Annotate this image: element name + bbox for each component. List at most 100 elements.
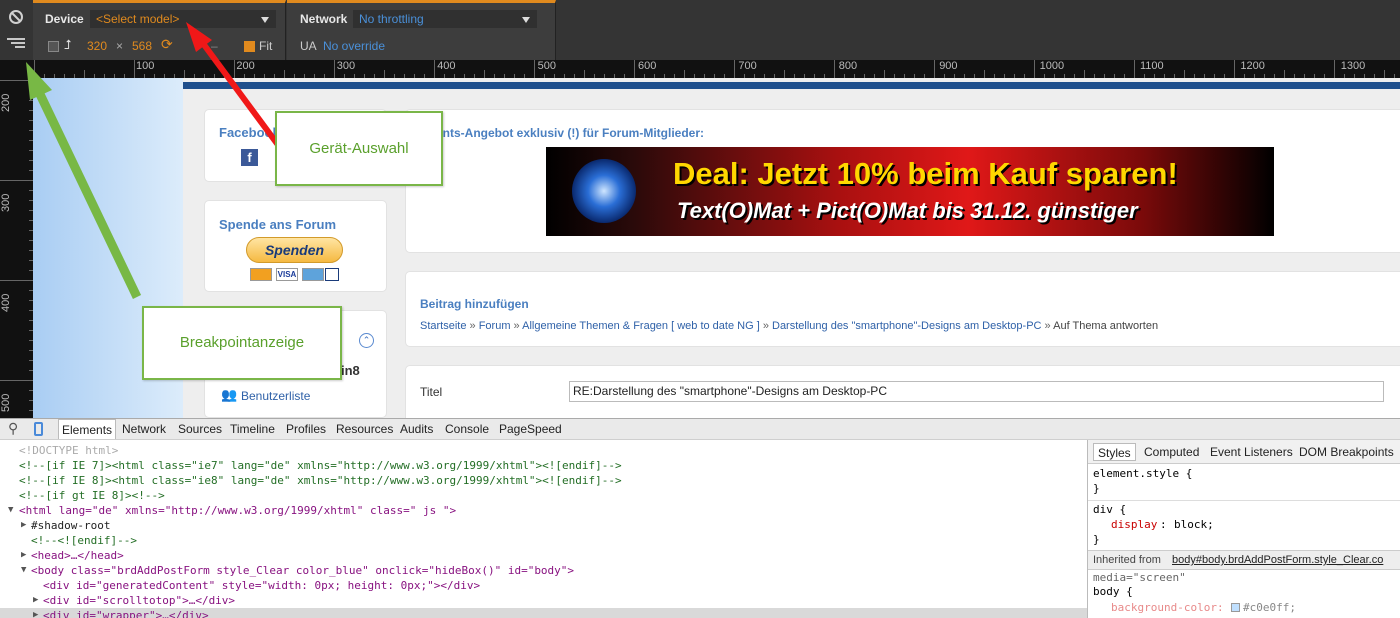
userlist-link[interactable]: Benutzerliste	[241, 389, 310, 403]
expand-triangle-icon[interactable]: ▶	[21, 518, 26, 533]
expand-triangle-icon[interactable]: ▼	[8, 503, 13, 518]
device-checkbox[interactable]	[48, 41, 59, 52]
dom-node-line[interactable]: <html lang="de" xmlns="http://www.w3.org…	[19, 503, 456, 518]
breadcrumb-item[interactable]: Forum	[479, 320, 511, 332]
ruler-label: 200	[0, 93, 12, 112]
breadcrumb-separator: »	[1041, 320, 1054, 332]
ruler-tick	[734, 60, 735, 78]
site-top-bar	[183, 82, 1400, 89]
ban-icon[interactable]	[9, 10, 23, 24]
tab-timeline[interactable]: Timeline	[230, 419, 275, 439]
breadcrumb-item[interactable]: Startseite	[420, 320, 466, 332]
element-style-selector[interactable]: element.style {	[1093, 467, 1192, 480]
ruler-label: 1300	[1340, 60, 1366, 72]
dom-node-line[interactable]: <div id="wrapper">…</div>	[43, 608, 209, 618]
expand-triangle-icon[interactable]: ▶	[33, 593, 38, 608]
dom-node-line[interactable]: #shadow-root	[31, 518, 110, 533]
tab-audits[interactable]: Audits	[400, 419, 433, 439]
dom-node-line[interactable]: <head>…</head>	[31, 548, 124, 563]
dom-node-line[interactable]: <!--[if IE 8]><html class="ie8" lang="de…	[19, 473, 622, 488]
breadcrumb-item[interactable]: Darstellung des "smartphone"-Designs am …	[772, 320, 1041, 332]
device-select[interactable]: <Select model>	[90, 10, 276, 28]
ruler-tick	[834, 60, 835, 78]
spiral-logo-icon	[572, 159, 636, 223]
ruler-tick	[534, 60, 535, 78]
ruler-tick	[0, 380, 33, 381]
ua-value[interactable]: No override	[323, 39, 385, 53]
ruler-tick	[134, 60, 135, 78]
network-select[interactable]: No throttling	[353, 10, 537, 28]
styles-tab-computed[interactable]: Computed	[1144, 443, 1199, 461]
vertical-ruler: 200 300 400 500	[0, 78, 33, 418]
ruler-label: 1000	[1039, 60, 1065, 72]
ruler-tick	[334, 60, 335, 78]
dom-node-line[interactable]: <!--[if gt IE 8]><!-->	[19, 488, 165, 503]
collapse-icon[interactable]: ⌃	[359, 333, 374, 348]
ruler-label: 600	[638, 60, 657, 72]
ec-card-icon	[325, 268, 339, 281]
facebook-icon[interactable]: f	[241, 149, 258, 166]
tab-profiles[interactable]: Profiles	[286, 419, 326, 439]
expand-triangle-icon[interactable]: ▼	[21, 563, 26, 578]
dom-node-line[interactable]: <!--[if IE 7]><html class="ie7" lang="de…	[19, 458, 622, 473]
dom-node-line[interactable]: <div id="scrolltotop">…</div>	[43, 593, 235, 608]
chevron-down-icon	[522, 17, 530, 23]
ruler-label: 500	[537, 60, 556, 72]
display-value[interactable]: block;	[1174, 518, 1214, 531]
breakpoints-icon[interactable]	[7, 36, 25, 50]
tab-console[interactable]: Console	[445, 419, 489, 439]
offer-card: ents-Angebot exklusiv (!) für Forum-Mitg…	[405, 109, 1400, 253]
ruler-tick	[0, 280, 33, 281]
post-card: Beitrag hinzufügen Startseite » Forum » …	[405, 271, 1400, 347]
ruler-tick	[634, 60, 635, 78]
paypal-donate-button[interactable]: Spenden	[246, 237, 343, 263]
dom-node-line[interactable]: <!--<![endif]-->	[31, 533, 137, 548]
ruler-label: 700	[738, 60, 757, 72]
deal-banner[interactable]: Deal: Jetzt 10% beim Kauf sparen! Text(O…	[546, 147, 1274, 236]
expand-triangle-icon[interactable]: ▶	[33, 608, 38, 618]
title-field-input[interactable]: RE:Darstellung des "smartphone"-Designs …	[569, 381, 1384, 402]
inherited-link[interactable]: body#body.brdAddPostForm.style_Clear.co	[1172, 554, 1383, 566]
devtools-tab-bar: ⚲ Elements Network Sources Timeline Profiles…	[0, 418, 1400, 440]
expand-triangle-icon[interactable]: ▶	[21, 548, 26, 563]
width-value[interactable]: 320	[87, 39, 107, 53]
times-sign: ×	[116, 39, 124, 53]
height-value[interactable]: 568	[132, 39, 152, 53]
styles-tab-styles[interactable]: Styles	[1093, 443, 1136, 461]
ruler-tick	[1184, 70, 1185, 78]
ruler-tick	[1234, 60, 1235, 78]
ruler-tick	[0, 80, 33, 81]
body-selector[interactable]: body {	[1093, 585, 1133, 598]
inspect-search-icon[interactable]: ⚲	[8, 420, 18, 437]
rotate-icon[interactable]: ⟳	[161, 36, 173, 53]
dom-node-line[interactable]: <!DOCTYPE html>	[19, 443, 118, 458]
ruler-tick	[434, 60, 435, 78]
dom-node-line[interactable]: <body class="brdAddPostForm style_Clear …	[31, 563, 574, 578]
device-mode-icon[interactable]	[34, 422, 43, 436]
amex-icon	[302, 268, 324, 281]
styles-tab-dom-breakpoints[interactable]: DOM Breakpoints	[1299, 443, 1394, 461]
inherited-label: Inherited from	[1093, 554, 1161, 566]
userlist-icon: 👥	[221, 387, 238, 402]
breadcrumb-item[interactable]: Allgemeine Themen & Fragen [ web to date…	[522, 320, 760, 332]
mastercard-icon	[250, 268, 272, 281]
emulation-toolbar: Device <Select model> ⮥ 320 × 568 ⟳ – Fi…	[0, 0, 1400, 60]
fit-checkbox[interactable]	[244, 41, 255, 52]
color-swatch-icon[interactable]	[1231, 603, 1240, 612]
divider	[1088, 500, 1400, 501]
ruler-tick	[1034, 60, 1035, 78]
background-color-value[interactable]: #c0e0ff;	[1243, 601, 1296, 614]
dom-node-line[interactable]: <div id="generatedContent" style="width:…	[43, 578, 480, 593]
tab-elements[interactable]: Elements	[58, 419, 117, 439]
background-color-property[interactable]: background-color:	[1111, 601, 1224, 614]
div-selector[interactable]: div {	[1093, 503, 1126, 516]
styles-tab-event-listeners[interactable]: Event Listeners	[1210, 443, 1293, 461]
tab-pagespeed[interactable]: PageSpeed	[499, 419, 562, 439]
swap-icon[interactable]: ⮥	[64, 37, 72, 53]
ruler-label: 1100	[1140, 60, 1164, 72]
display-property[interactable]: display	[1111, 518, 1157, 531]
tab-network[interactable]: Network	[122, 419, 166, 439]
tab-resources[interactable]: Resources	[336, 419, 393, 439]
device-label: Device	[45, 12, 84, 26]
tab-sources[interactable]: Sources	[178, 419, 222, 439]
